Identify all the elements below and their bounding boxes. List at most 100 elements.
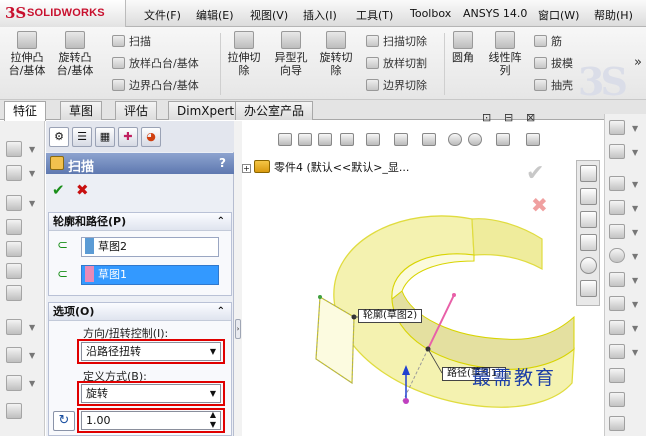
solidworks-logo[interactable]: 3S SOLIDWORKS — [0, 0, 126, 27]
slot-icon[interactable] — [609, 224, 625, 239]
ellipse-icon[interactable] — [609, 320, 625, 335]
panel-splitter[interactable]: › — [234, 121, 242, 436]
linear-pattern-button[interactable]: 线性阵 列 — [482, 31, 528, 77]
extrude-boss-icon — [17, 31, 37, 49]
logo-text: SOLIDWORKS — [27, 7, 105, 19]
display-manager-tab-icon[interactable]: ◕ — [141, 127, 161, 147]
spline-icon[interactable] — [609, 296, 625, 311]
help-button[interactable]: ? — [219, 156, 226, 170]
fillet-button[interactable]: 圆角 — [448, 31, 478, 64]
shell-icon — [534, 79, 547, 91]
tool-icon[interactable] — [6, 141, 22, 157]
tool-icon[interactable] — [6, 403, 22, 419]
profile-selection-box[interactable]: 草图2 — [81, 237, 219, 257]
file-explorer-icon[interactable] — [580, 211, 597, 228]
profile-callout[interactable]: 轮廓(草图2) — [358, 309, 423, 323]
revolve-boss-button[interactable]: 旋转凸 台/基体 — [54, 31, 96, 77]
rib-icon — [534, 35, 547, 47]
hole-wizard-button[interactable]: 异型孔 向导 — [268, 31, 314, 77]
menu-toolbox[interactable]: Toolbox — [410, 7, 451, 20]
feature-manager-tab-icon[interactable]: ⚙ — [49, 127, 69, 147]
property-manager-tab-icon[interactable]: ☰ — [72, 127, 92, 147]
centerline-icon[interactable] — [609, 416, 625, 431]
menu-insert[interactable]: 插入(I) — [303, 7, 337, 23]
revolve-cut-icon — [326, 31, 346, 49]
path-swatch — [85, 266, 94, 282]
tab-sketch[interactable]: 草图 — [60, 101, 103, 120]
boundary-cut-button[interactable]: 边界切除 — [366, 79, 427, 93]
spin-arrows-icon[interactable]: ▲ ▼ — [210, 410, 216, 430]
tool-icon[interactable] — [6, 165, 22, 181]
orientation-dropdown[interactable]: 沿路径扭转 ▼ — [81, 342, 221, 361]
tool-icon[interactable] — [6, 263, 22, 279]
menu-help[interactable]: 帮助(H) — [594, 7, 633, 23]
menu-edit[interactable]: 编辑(E) — [196, 7, 234, 23]
sweep-cut-button[interactable]: 扫描切除 — [366, 35, 427, 49]
loft-cut-button[interactable]: 放样切割 — [366, 57, 427, 71]
property-manager: ⚙ ☰ ▦ ✚ ◕ 扫描 ? ✔ ✖ 轮廓和路径(P) ⌃ ⊂ 草图2 ⊂ 草图… — [46, 121, 234, 436]
extrude-cut-icon — [234, 31, 254, 49]
loft-boss-button[interactable]: 放样凸台/基体 — [112, 57, 199, 71]
tool-icon[interactable] — [6, 219, 22, 235]
revolve-boss-icon — [65, 31, 85, 49]
tool-icon[interactable] — [6, 347, 22, 363]
custom-properties-icon[interactable] — [580, 280, 597, 297]
tool-icon[interactable] — [6, 241, 22, 257]
fillet-sketch-icon[interactable] — [609, 344, 625, 359]
appearances-icon[interactable] — [580, 257, 597, 274]
group-header[interactable]: 轮廓和路径(P) ⌃ — [49, 213, 231, 231]
tab-evaluate[interactable]: 评估 — [115, 101, 158, 120]
profile-path-group: 轮廓和路径(P) ⌃ ⊂ 草图2 ⊂ 草图1 — [48, 212, 232, 296]
line-icon[interactable] — [609, 176, 625, 191]
menu-file[interactable]: 文件(F) — [144, 7, 181, 23]
menu-ansys[interactable]: ANSYS 14.0 — [463, 7, 527, 20]
collapse-icon[interactable]: ⌃ — [217, 303, 225, 320]
boundary-icon — [112, 79, 125, 91]
draft-button[interactable]: 拔模 — [534, 57, 573, 71]
collapse-panel-icon[interactable]: › — [235, 319, 241, 339]
collapse-icon[interactable]: ⌃ — [217, 213, 225, 230]
sketch-icon[interactable] — [609, 120, 625, 135]
reverse-direction-icon[interactable]: ↻ — [53, 411, 75, 431]
point-icon[interactable] — [609, 392, 625, 407]
group-header[interactable]: 选项(O) ⌃ — [49, 303, 231, 321]
twist-value-input[interactable]: 1.00 ▲ ▼ — [81, 410, 221, 430]
path-selection-box[interactable]: 草图1 — [81, 265, 219, 285]
rib-button[interactable]: 筋 — [534, 35, 562, 49]
ok-button[interactable]: ✔ — [52, 181, 65, 199]
extrude-cut-button[interactable]: 拉伸切 除 — [224, 31, 264, 77]
boundary-boss-button[interactable]: 边界凸台/基体 — [112, 79, 199, 93]
tool-icon[interactable] — [6, 375, 22, 391]
more-commands-chevron-icon[interactable]: » — [634, 55, 642, 70]
menu-tools[interactable]: 工具(T) — [356, 7, 393, 23]
options-group: 选项(O) ⌃ 方向/扭转控制(I): 沿路径扭转 ▼ 定义方式(B): 旋转 … — [48, 302, 232, 436]
configuration-manager-tab-icon[interactable]: ▦ — [95, 127, 115, 147]
define-by-dropdown[interactable]: 旋转 ▼ — [81, 384, 221, 403]
sweep-button[interactable]: 扫描 — [112, 35, 151, 49]
tab-dimxpert[interactable]: DimXpert — [168, 101, 244, 120]
cancel-button[interactable]: ✖ — [76, 181, 89, 199]
tool-icon[interactable] — [6, 285, 22, 301]
tool-icon[interactable] — [6, 319, 22, 335]
rectangle-icon[interactable] — [609, 200, 625, 215]
pm-header: 扫描 ? — [46, 153, 234, 175]
revolve-cut-button[interactable]: 旋转切 除 — [316, 31, 356, 77]
smart-dimension-icon[interactable] — [609, 144, 625, 159]
extrude-boss-button[interactable]: 拉伸凸 台/基体 — [6, 31, 48, 77]
dimxpert-tab-icon[interactable]: ✚ — [118, 127, 138, 147]
menu-view[interactable]: 视图(V) — [250, 7, 288, 23]
tab-features[interactable]: 特征 — [4, 101, 47, 121]
menu-window[interactable]: 窗口(W) — [538, 7, 579, 23]
chevron-down-icon: ▼ — [209, 389, 216, 398]
arc-icon[interactable] — [609, 272, 625, 287]
design-library-icon[interactable] — [580, 188, 597, 205]
circle-icon[interactable] — [609, 248, 625, 263]
home-icon[interactable] — [580, 165, 597, 182]
linear-pattern-icon — [495, 31, 515, 49]
shell-button[interactable]: 抽壳 — [534, 79, 573, 93]
graphics-area[interactable]: ⊡ ⊟ ⊠ + 零件4 (默认<<默认>_显... ✔ ✖ 轮廓(草图2) 路径(… — [242, 111, 604, 436]
view-palette-icon[interactable] — [580, 234, 597, 251]
tool-icon[interactable] — [6, 195, 22, 211]
polygon-icon[interactable] — [609, 368, 625, 383]
tab-office-products[interactable]: 办公室产品 — [235, 101, 314, 120]
